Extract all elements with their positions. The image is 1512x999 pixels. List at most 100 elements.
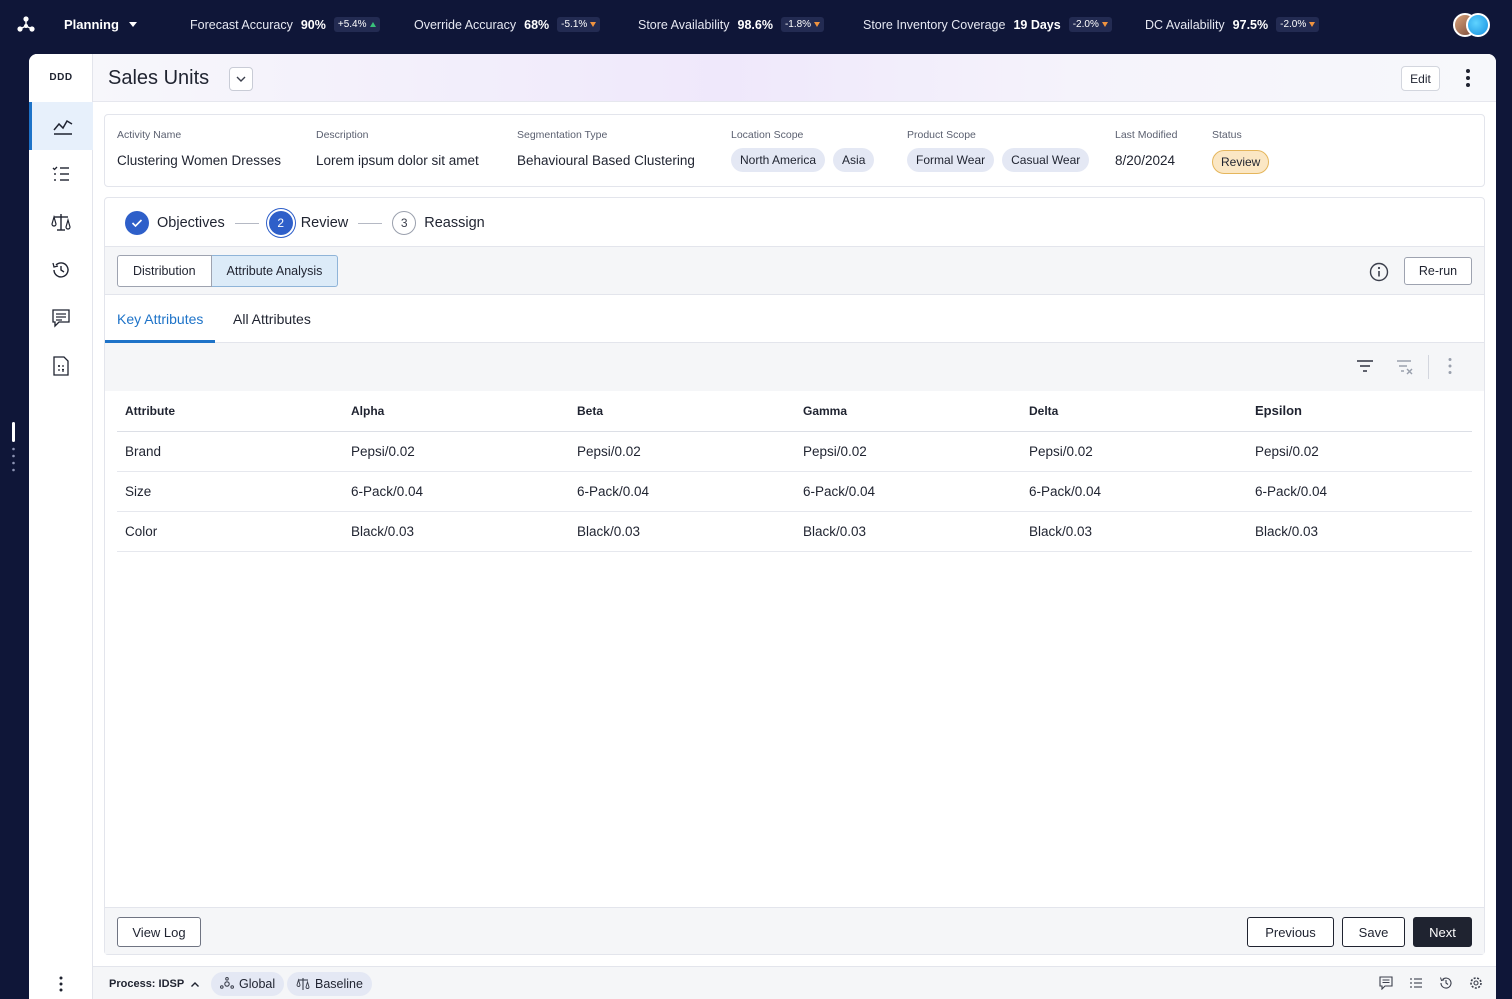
avatar[interactable] <box>1466 13 1490 37</box>
kpi-change: -1.8% <box>784 19 812 30</box>
column-header[interactable]: Gamma <box>795 391 1021 432</box>
column-header[interactable]: Beta <box>569 391 795 432</box>
status-badge: Review <box>1212 150 1270 174</box>
more-vertical-icon[interactable] <box>58 976 64 992</box>
kpi-change: +5.4% <box>337 19 367 30</box>
column-header[interactable]: Attribute <box>117 391 343 432</box>
step-label: Review <box>300 215 349 231</box>
clear-filter-icon[interactable] <box>1396 358 1414 376</box>
field-value: Behavioural Based Clustering <box>517 153 695 168</box>
filter-icon[interactable] <box>1356 358 1374 374</box>
kpi-dc-availability[interactable]: DC Availability 97.5% -2.0% <box>1145 17 1320 32</box>
rail-item-comments[interactable] <box>29 294 93 342</box>
page-title: Sales Units <box>108 67 210 89</box>
field-value: Clustering Women Dresses <box>117 153 282 168</box>
field-value: Lorem ipsum dolor sit amet <box>316 153 479 168</box>
step-review[interactable]: 2 Review <box>268 211 349 235</box>
gear-icon[interactable] <box>1469 976 1483 990</box>
toggle-attribute-analysis[interactable]: Attribute Analysis <box>211 255 339 287</box>
table-cell: Brand <box>117 431 343 472</box>
step-connector <box>234 222 259 224</box>
kpi-value: 90% <box>300 17 326 32</box>
content-panel: Objectives 2 Review 3 Reassign Distribut… <box>104 197 1485 955</box>
step-reassign[interactable]: 3 Reassign <box>392 211 485 235</box>
app-logo-icon[interactable] <box>16 15 36 35</box>
rail-item-tasks[interactable] <box>29 150 93 198</box>
step-objectives[interactable]: Objectives <box>125 211 225 235</box>
comment-list-icon[interactable] <box>1379 976 1393 990</box>
edit-button[interactable]: Edit <box>1401 66 1440 91</box>
more-vertical-icon[interactable] <box>1465 68 1471 88</box>
view-toolbar: Distribution Attribute Analysis Re-run <box>105 246 1484 295</box>
kpi-change: -2.0% <box>1072 19 1099 30</box>
table-cell: 6-Pack/0.04 <box>1021 471 1247 512</box>
kpi-forecast-accuracy[interactable]: Forecast Accuracy 90% +5.4% <box>190 17 380 32</box>
trend-down-icon <box>1101 22 1108 27</box>
field-label: Description <box>316 129 369 141</box>
kpi-value: 19 Days <box>1013 17 1061 32</box>
attributes-table: Attribute Alpha Beta Gamma Delta Epsilon… <box>117 391 1472 552</box>
kpi-store-inventory-coverage[interactable]: Store Inventory Coverage 19 Days -2.0% <box>863 17 1112 32</box>
table-row[interactable]: Brand Pepsi/0.02 Pepsi/0.02 Pepsi/0.02 P… <box>117 431 1472 472</box>
activity-info-card: Activity Name Clustering Women Dresses D… <box>104 114 1485 187</box>
kpi-label: Store Availability <box>638 17 730 32</box>
info-icon[interactable] <box>1369 262 1389 282</box>
drag-handle-icon[interactable] <box>11 414 17 476</box>
user-avatars[interactable] <box>1453 13 1491 37</box>
field-product-scope: Product Scope Formal Wear Casual Wear <box>907 129 1090 172</box>
view-toggle: Distribution Attribute Analysis <box>117 255 339 287</box>
process-selector[interactable]: Process: IDSP <box>109 978 200 990</box>
kpi-store-availability[interactable]: Store Availability 98.6% -1.8% <box>638 17 825 32</box>
baseline-chip[interactable]: Baseline <box>287 972 372 996</box>
table-row[interactable]: Size 6-Pack/0.04 6-Pack/0.04 6-Pack/0.04… <box>117 471 1472 512</box>
field-label: Activity Name <box>117 129 182 141</box>
kpi-value: 68% <box>524 17 550 32</box>
scale-icon <box>51 214 71 231</box>
toggle-distribution[interactable]: Distribution <box>117 255 212 287</box>
kpi-override-accuracy[interactable]: Override Accuracy 68% -5.1% <box>414 17 601 32</box>
app-switcher[interactable]: Planning <box>64 17 137 32</box>
field-segmentation-type: Segmentation Type Behavioural Based Clus… <box>517 129 695 168</box>
kpi-label: Store Inventory Coverage <box>863 17 1006 32</box>
stepper: Objectives 2 Review 3 Reassign <box>125 210 485 236</box>
main-window: DDD Sales Units Edit Activity Name Clust… <box>29 54 1496 999</box>
left-rail: DDD <box>29 54 93 999</box>
more-vertical-icon[interactable] <box>1447 357 1453 375</box>
table-cell: Pepsi/0.02 <box>569 431 795 472</box>
column-header[interactable]: Alpha <box>343 391 569 432</box>
rail-item-history[interactable] <box>29 246 93 294</box>
table-cell: Black/0.03 <box>795 511 1021 552</box>
list-icon[interactable] <box>1409 976 1423 990</box>
trend-up-icon <box>369 22 376 27</box>
previous-button[interactable]: Previous <box>1247 917 1334 947</box>
rail-item-balance[interactable] <box>29 198 93 246</box>
kpi-change-badge: -5.1% <box>557 17 601 32</box>
field-label: Segmentation Type <box>517 129 608 141</box>
field-label: Product Scope <box>907 129 976 141</box>
table-row[interactable]: Color Black/0.03 Black/0.03 Black/0.03 B… <box>117 511 1472 552</box>
tab-all-attributes[interactable]: All Attributes <box>221 295 323 342</box>
history-icon[interactable] <box>1439 976 1453 990</box>
rail-item-calculator[interactable] <box>29 342 93 390</box>
page-header: Sales Units Edit <box>93 54 1496 102</box>
save-button[interactable]: Save <box>1342 917 1405 947</box>
table-header-row: Attribute Alpha Beta Gamma Delta Epsilon <box>117 391 1472 432</box>
column-header[interactable]: Delta <box>1021 391 1247 432</box>
process-label: Process: IDSP <box>109 978 185 990</box>
global-chip[interactable]: Global <box>211 972 285 996</box>
top-bar: Planning Forecast Accuracy 90% +5.4% Ove… <box>0 0 1512 50</box>
field-label: Location Scope <box>731 129 804 141</box>
rail-item-analytics[interactable] <box>29 102 93 150</box>
tab-key-attributes[interactable]: Key Attributes <box>105 295 216 343</box>
attribute-tabs: Key Attributes All Attributes <box>105 295 1484 343</box>
kpi-value: 98.6% <box>737 17 773 32</box>
view-log-button[interactable]: View Log <box>117 917 201 947</box>
rerun-button[interactable]: Re-run <box>1404 257 1472 285</box>
table-cell: Color <box>117 511 343 552</box>
scale-icon <box>296 978 310 990</box>
next-button[interactable]: Next <box>1413 917 1472 947</box>
column-header[interactable]: Epsilon <box>1247 391 1472 432</box>
title-dropdown-button[interactable] <box>229 67 253 91</box>
location-chip: Asia <box>833 148 875 172</box>
network-icon <box>220 977 234 989</box>
